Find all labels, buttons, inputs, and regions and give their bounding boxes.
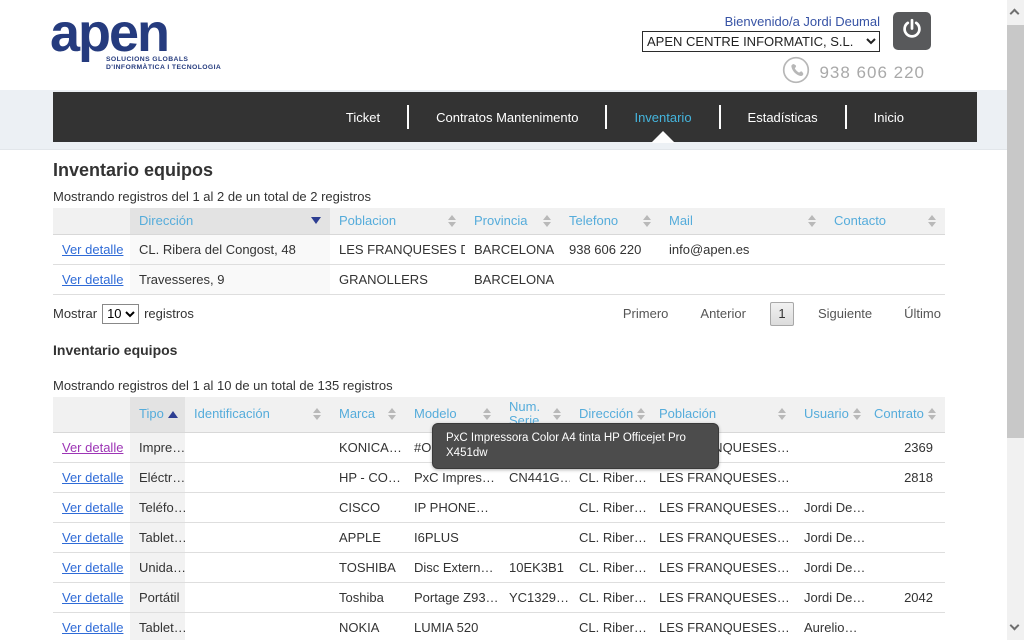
column-header-actions — [53, 208, 130, 234]
table-row: Ver detalle Travesseres, 9 GRANOLLERS BA… — [53, 264, 945, 294]
welcome-text: Bienvenido/a Jordi Deumal — [725, 14, 880, 29]
records-summary-1: Mostrando registros del 1 al 2 de un tot… — [53, 189, 945, 204]
scrollbar-thumb[interactable] — [1007, 25, 1024, 438]
ver-detalle-link[interactable]: Ver detalle — [62, 440, 123, 455]
pagination-next[interactable]: Siguiente — [802, 302, 888, 325]
pagination-previous[interactable]: Anterior — [684, 302, 762, 325]
table-controls-row: Mostrar 10 registros Primero Anterior 1 … — [53, 302, 945, 326]
sort-both-icon — [388, 408, 396, 420]
locations-table: Dirección Poblacion Provincia Telefono M… — [53, 208, 945, 295]
contact-phone: 938 606 220 — [782, 56, 925, 89]
section-title: Inventario equipos — [53, 342, 945, 359]
ver-detalle-link[interactable]: Ver detalle — [62, 500, 123, 515]
sort-both-icon — [553, 408, 561, 420]
column-header-usuario[interactable]: Usuario — [795, 397, 865, 433]
top-header: apen SOLUCIONS GLOBALS D'INFORMÀTICA I T… — [0, 0, 1007, 90]
page-size-control: Mostrar 10 registros — [53, 304, 194, 324]
logout-button[interactable] — [893, 12, 931, 50]
scroll-down-arrow-icon[interactable] — [1011, 622, 1020, 631]
nav-item-estadisticas[interactable]: Estadísticas — [721, 92, 845, 142]
scroll-up-arrow-icon[interactable] — [1011, 7, 1020, 16]
main-navbar: Ticket Contratos Mantenimento Inventario… — [53, 92, 977, 142]
column-header-mail[interactable]: Mail — [660, 208, 825, 234]
column-header-contacto[interactable]: Contacto — [825, 208, 945, 234]
column-header-tipo[interactable]: Tipo — [130, 397, 185, 433]
sort-both-icon — [483, 408, 491, 420]
sort-desc-icon — [311, 217, 321, 224]
records-summary-2: Mostrando registros del 1 al 10 de un to… — [53, 378, 945, 393]
nav-item-inicio[interactable]: Inicio — [847, 92, 931, 142]
sort-both-icon — [637, 408, 645, 420]
apen-logo: apen SOLUCIONS GLOBALS D'INFORMÀTICA I T… — [50, 4, 270, 72]
nav-band: Ticket Contratos Mantenimento Inventario… — [0, 90, 1007, 150]
nav-item-ticket[interactable]: Ticket — [319, 92, 407, 142]
vertical-scrollbar[interactable] — [1007, 0, 1024, 640]
phone-icon — [782, 56, 810, 89]
ver-detalle-link[interactable]: Ver detalle — [62, 590, 123, 605]
column-header-direccion[interactable]: Dirección — [130, 208, 330, 234]
power-icon — [900, 17, 924, 46]
pagination-first[interactable]: Primero — [607, 302, 685, 325]
sort-both-icon — [643, 215, 651, 227]
column-header-marca[interactable]: Marca — [330, 397, 405, 433]
page-size-select[interactable]: 10 — [102, 304, 139, 324]
main-content: Inventario equipos Mostrando registros d… — [53, 150, 945, 640]
logo-tagline: SOLUCIONS GLOBALS D'INFORMÀTICA I TECNOL… — [106, 56, 270, 72]
ver-detalle-link[interactable]: Ver detalle — [62, 620, 123, 635]
sort-both-icon — [543, 215, 551, 227]
column-header-contrato[interactable]: Contrato — [865, 397, 945, 433]
column-header-identificacion[interactable]: Identificación — [185, 397, 330, 433]
ver-detalle-link[interactable]: Ver detalle — [62, 272, 123, 287]
table-row: Ver detalle Portátil Toshiba Portage Z93… — [53, 583, 945, 613]
table-row: Ver detalle Unida… TOSHIBA Disc Extern… … — [53, 553, 945, 583]
ver-detalle-link[interactable]: Ver detalle — [62, 470, 123, 485]
column-header-poblacion[interactable]: Poblacion — [330, 208, 465, 234]
table-row: Ver detalle Teléfo… CISCO IP PHONE… CL. … — [53, 493, 945, 523]
column-header-telefono[interactable]: Telefono — [560, 208, 660, 234]
page-title: Inventario equipos — [53, 160, 945, 180]
sort-both-icon — [448, 215, 456, 227]
sort-both-icon — [778, 408, 786, 420]
table-row: Ver detalle CL. Ribera del Congost, 48 L… — [53, 234, 945, 264]
nav-item-contratos-mantenimento[interactable]: Contratos Mantenimento — [409, 92, 605, 142]
ver-detalle-link[interactable]: Ver detalle — [62, 530, 123, 545]
sort-asc-icon — [168, 411, 178, 418]
company-select[interactable]: APEN CENTRE INFORMATIC, S.L. — [642, 31, 880, 52]
column-header-provincia[interactable]: Provincia — [465, 208, 560, 234]
records-label: registros — [144, 306, 194, 321]
model-tooltip: PxC Impressora Color A4 tinta HP Officej… — [432, 423, 719, 469]
sort-both-icon — [928, 408, 936, 420]
sort-both-icon — [808, 215, 816, 227]
sort-both-icon — [853, 408, 861, 420]
pagination-last[interactable]: Último — [888, 302, 945, 325]
table-header-row: Dirección Poblacion Provincia Telefono M… — [53, 208, 945, 234]
pagination-current-page[interactable]: 1 — [770, 302, 794, 326]
sort-both-icon — [928, 215, 936, 227]
column-header-actions — [53, 397, 130, 433]
ver-detalle-link[interactable]: Ver detalle — [62, 242, 123, 257]
pagination: Primero Anterior 1 Siguiente Último — [607, 302, 945, 326]
logo-wordmark: apen — [50, 4, 270, 62]
phone-number: 938 606 220 — [819, 63, 925, 83]
ver-detalle-link[interactable]: Ver detalle — [62, 560, 123, 575]
show-label: Mostrar — [53, 306, 97, 321]
table-row: Ver detalle Tablet… APPLE I6PLUS CL. Rib… — [53, 523, 945, 553]
sort-both-icon — [313, 408, 321, 420]
table-row: Ver detalle Tablet… NOKIA LUMIA 520 CL. … — [53, 613, 945, 640]
nav-item-inventario[interactable]: Inventario — [607, 92, 718, 142]
